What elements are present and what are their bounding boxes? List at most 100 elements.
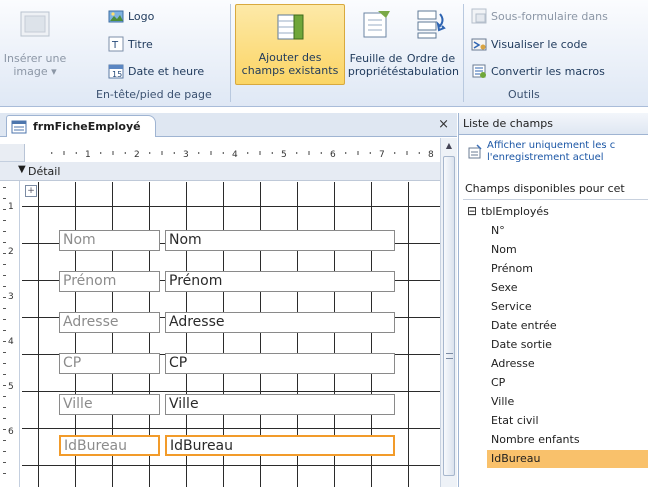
textbox-idbureau[interactable]: IdBureau bbox=[165, 435, 395, 456]
vertical-ruler-tick bbox=[3, 396, 6, 397]
label-cp[interactable]: CP bbox=[59, 353, 160, 374]
property-sheet-button[interactable]: Feuille de propriétés bbox=[347, 8, 405, 78]
show-current-record-link[interactable]: Afficher uniquement les c l'enregistreme… bbox=[487, 140, 615, 164]
property-sheet-icon bbox=[363, 11, 390, 38]
insert-image-button[interactable]: Insérer une image ▾ bbox=[3, 8, 67, 78]
vertical-ruler-number: 3 bbox=[8, 292, 14, 302]
field-item[interactable]: Adresse bbox=[489, 355, 648, 373]
ruler-number: 3 bbox=[183, 150, 189, 160]
vertical-ruler-tick bbox=[3, 440, 6, 441]
label-nom[interactable]: Nom bbox=[59, 230, 160, 251]
field-item[interactable]: Etat civil bbox=[489, 412, 648, 430]
datetime-label: Date et heure bbox=[128, 64, 205, 78]
table-name: tblEmployés bbox=[481, 204, 549, 218]
field-item[interactable]: Ville bbox=[489, 393, 648, 411]
scroll-up-arrow[interactable]: ▲ bbox=[441, 138, 457, 154]
textbox-cp[interactable]: CP bbox=[165, 353, 395, 374]
convert-macros-icon bbox=[472, 64, 486, 78]
add-fields-icon bbox=[277, 14, 304, 40]
vertical-ruler-tick bbox=[3, 275, 6, 276]
vertical-ruler-tick bbox=[3, 451, 6, 452]
field-item[interactable]: Date entrée bbox=[489, 317, 648, 335]
property-sheet-label: Feuille de bbox=[349, 52, 403, 65]
field-tree: ⊟ tblEmployés N° Nom Prénom Sexe Service Date… bbox=[463, 199, 648, 487]
table-node[interactable]: ⊟ tblEmployés bbox=[467, 204, 549, 218]
ruler-tick bbox=[345, 152, 347, 154]
field-item[interactable]: Sexe bbox=[489, 279, 648, 297]
add-fields-label-2: champs existants bbox=[241, 64, 339, 77]
horizontal-ruler-scale: 1 2 3 4 5 6 7 8 bbox=[24, 144, 440, 162]
vertical-ruler-ticks: 1 2 3 4 5 6 bbox=[3, 187, 14, 474]
insert-image-label: Insérer une bbox=[3, 52, 67, 65]
field-item[interactable]: Date sortie bbox=[489, 336, 648, 354]
textbox-nom[interactable]: Nom bbox=[165, 230, 395, 251]
ruler-tick bbox=[418, 152, 420, 154]
vertical-ruler-tick bbox=[3, 385, 6, 386]
ruler-tick bbox=[259, 151, 261, 155]
form-icon bbox=[11, 120, 27, 133]
close-icon[interactable]: × bbox=[438, 117, 449, 132]
datetime-button[interactable]: 15 Date et heure bbox=[108, 63, 204, 79]
field-item[interactable]: Prénom bbox=[489, 260, 648, 278]
view-code-button[interactable]: Visualiser le code bbox=[471, 36, 587, 52]
filter-link-line1: Afficher uniquement les c bbox=[487, 140, 616, 151]
logo-button[interactable]: Logo bbox=[108, 8, 154, 24]
ribbon: Insérer une image ▾ Logo T Titre 15 Date… bbox=[0, 0, 648, 107]
vertical-ruler-number: 6 bbox=[8, 427, 14, 437]
label-adresse[interactable]: Adresse bbox=[59, 312, 160, 333]
vertical-scrollbar[interactable]: ▲ bbox=[440, 138, 457, 487]
ruler-tick bbox=[173, 152, 175, 154]
vertical-ruler-number: 2 bbox=[8, 247, 14, 257]
subform-label: Sous-formulaire dans bbox=[491, 9, 608, 23]
textbox-ville[interactable]: Ville bbox=[165, 394, 395, 415]
ruler-tick bbox=[394, 152, 396, 154]
vertical-ruler-tick bbox=[3, 418, 6, 419]
field-item[interactable]: N° bbox=[489, 222, 648, 240]
textbox-prénom[interactable]: Prénom bbox=[165, 271, 395, 292]
field-item[interactable]: Service bbox=[489, 298, 648, 316]
svg-text:15: 15 bbox=[112, 70, 122, 79]
label-ville[interactable]: Ville bbox=[59, 394, 160, 415]
ruler-tick bbox=[149, 152, 151, 154]
vertical-ruler-tick bbox=[3, 473, 6, 474]
tab-frmficheemploye[interactable]: frmFicheEmployé bbox=[6, 115, 156, 137]
vertical-ruler: 1 2 3 4 5 6 bbox=[0, 181, 20, 487]
detail-section-bar[interactable]: ▼ Détail bbox=[0, 162, 440, 181]
ruler-tick bbox=[51, 152, 53, 154]
design-grid[interactable]: + Nom Nom Prénom Prénom Adresse Adresse CP CP Vi… bbox=[22, 182, 440, 487]
filter-link-line2: l'enregistrement actuel bbox=[487, 152, 604, 163]
layout-selector-icon[interactable]: + bbox=[25, 185, 37, 197]
field-item[interactable]: IdBureau bbox=[487, 450, 648, 468]
scrollbar-thumb[interactable] bbox=[443, 156, 455, 476]
field-item[interactable]: Nombre enfants bbox=[489, 431, 648, 449]
section-collapse-icon: ▼ bbox=[18, 164, 26, 175]
ruler-tick bbox=[198, 152, 200, 154]
tab-order-button[interactable]: Ordre de tabulation bbox=[403, 8, 459, 78]
image-icon bbox=[20, 11, 50, 37]
tab-title: frmFicheEmployé bbox=[33, 120, 141, 133]
ribbon-separator bbox=[230, 4, 231, 102]
field-item[interactable]: CP bbox=[489, 374, 648, 392]
vertical-ruler-tick bbox=[3, 374, 6, 375]
textbox-adresse[interactable]: Adresse bbox=[165, 312, 395, 333]
label-prénom[interactable]: Prénom bbox=[59, 271, 160, 292]
convert-macros-label: Convertir les macros bbox=[491, 64, 605, 78]
add-existing-fields-button[interactable]: Ajouter des champs existants bbox=[235, 4, 345, 85]
vertical-ruler-tick bbox=[3, 429, 6, 430]
detail-section-label: Détail bbox=[28, 165, 61, 178]
vertical-ruler-tick bbox=[3, 297, 6, 298]
label-idbureau[interactable]: IdBureau bbox=[59, 435, 160, 456]
vertical-ruler-number: 5 bbox=[8, 382, 14, 392]
subform-button[interactable]: Sous-formulaire dans bbox=[471, 8, 608, 24]
form-design-pane: frmFicheEmployé × 1 2 3 4 5 6 7 8 ▼ Détail 1 2 3 4… bbox=[0, 113, 457, 487]
field-item[interactable]: Nom bbox=[489, 241, 648, 259]
convert-macros-button[interactable]: Convertir les macros bbox=[471, 63, 605, 79]
document-tab-bar: frmFicheEmployé × bbox=[0, 113, 457, 137]
ruler-tick bbox=[100, 152, 102, 154]
vertical-ruler-tick bbox=[3, 242, 6, 243]
title-button[interactable]: T Titre bbox=[108, 36, 153, 52]
vertical-ruler-tick bbox=[3, 308, 6, 309]
ruler-tick bbox=[75, 152, 77, 154]
collapse-toggle-icon[interactable]: ⊟ bbox=[467, 204, 477, 218]
available-fields-label: Champs disponibles pour cet bbox=[465, 182, 625, 195]
